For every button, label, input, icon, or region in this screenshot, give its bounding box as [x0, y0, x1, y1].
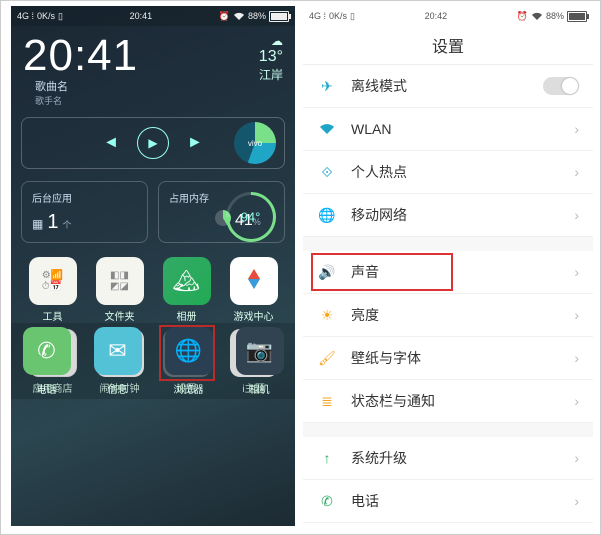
status-bar-left: 4G ⁞ 0K/s ▯ 20:41 ⏰ 88% — [11, 6, 295, 26]
settings-phone: 4G ⁞ 0K/s ▯ 20:42 ⏰ 88% 设置 ✈ 离线模式 WLAN ›… — [303, 6, 593, 526]
song-title: 歌曲名 歌手名 — [23, 78, 138, 107]
music-widget[interactable]: ◄ ▶ ► — [21, 117, 285, 169]
app-gamecenter[interactable]: 游戏中心 — [222, 257, 285, 323]
row-airplane[interactable]: ✈ 离线模式 — [303, 65, 593, 108]
weather-widget[interactable]: ☁ 13° 江岸 — [259, 34, 283, 83]
network-label: 4G ⁞ — [309, 11, 326, 21]
weather-icon: ☁ — [259, 34, 283, 48]
network-label: 4G ⁞ — [17, 11, 34, 21]
sim-icon: ▯ — [58, 11, 63, 22]
chevron-right-icon: › — [574, 307, 579, 323]
battery-pct: 88% — [248, 11, 266, 21]
next-track-icon[interactable]: ► — [187, 134, 203, 152]
row-sound[interactable]: 🔊 声音 › — [303, 251, 593, 294]
section-gap — [303, 423, 593, 437]
row-system-update[interactable]: ↑ 系统升级 › — [303, 437, 593, 480]
weather-loc: 江岸 — [259, 66, 283, 83]
chevron-right-icon: › — [574, 207, 579, 223]
row-accounts-sync[interactable]: ⟳ 帐户与同步 › — [303, 523, 593, 526]
row-brightness[interactable]: ☀ 亮度 › — [303, 294, 593, 337]
clock-time: 20:41 — [23, 34, 138, 78]
wifi-icon — [233, 12, 245, 21]
row-hotspot[interactable]: ⟐ 个人热点 › — [303, 151, 593, 194]
play-button[interactable]: ▶ — [137, 127, 169, 159]
sound-icon: 🔊 — [317, 262, 337, 282]
card-title: 后台应用 — [32, 190, 137, 205]
list-icon: ≣ — [317, 391, 337, 411]
row-wlan[interactable]: WLAN › — [303, 108, 593, 151]
clock-widget[interactable]: 20:41 歌曲名 歌手名 ☁ 13° 江岸 — [11, 26, 295, 111]
bg-unit: 个 — [62, 218, 71, 231]
settings-list: ✈ 离线模式 WLAN › ⟐ 个人热点 › 🌐 移动网络 › 🔊 声音 › ☀ — [303, 65, 593, 526]
chevron-right-icon: › — [574, 393, 579, 409]
battery-pct: 88% — [546, 11, 564, 21]
chevron-right-icon: › — [574, 164, 579, 180]
background-apps-card[interactable]: 后台应用 ▦ 1 个 — [21, 181, 148, 243]
battery-icon — [269, 11, 289, 22]
grid-icon: ▦ — [32, 217, 43, 231]
bg-count: 1 — [47, 211, 58, 234]
brush-icon: 🖌 — [317, 348, 337, 368]
dock: ✆电话 ✉信息 🌐浏览器 📷相机 — [11, 323, 295, 399]
brightness-icon: ☀ — [317, 305, 337, 325]
sim-icon: ▯ — [350, 11, 355, 22]
row-mobile-network[interactable]: 🌐 移动网络 › — [303, 194, 593, 237]
airplane-icon: ✈ — [317, 76, 337, 96]
airplane-toggle[interactable] — [543, 77, 579, 95]
vivo-orb-icon — [234, 122, 276, 164]
wifi-icon — [317, 119, 337, 139]
row-statusbar-notif[interactable]: ≣ 状态栏与通知 › — [303, 380, 593, 423]
chevron-right-icon: › — [574, 350, 579, 366]
memory-card[interactable]: 占用内存 41% 94° — [158, 181, 285, 243]
app-tools[interactable]: ⚙📶⏱📅工具 — [21, 257, 84, 323]
row-phone-settings[interactable]: ✆ 电话 › — [303, 480, 593, 523]
speed-label: 0K/s — [329, 11, 347, 21]
alarm-icon: ⏰ — [517, 11, 528, 22]
hotspot-icon: ⟐ — [317, 162, 337, 182]
speed-label: 0K/s — [37, 11, 55, 21]
settings-title: 设置 — [303, 26, 593, 65]
dock-camera[interactable]: 📷相机 — [236, 327, 284, 396]
status-time: 20:42 — [425, 11, 448, 21]
update-icon: ↑ — [317, 448, 337, 468]
battery-icon — [567, 11, 587, 22]
chevron-right-icon: › — [574, 493, 579, 509]
app-gallery[interactable]: 🏔相册 — [155, 257, 218, 323]
wifi-icon — [531, 12, 543, 21]
chevron-right-icon: › — [574, 121, 579, 137]
globe-icon: 🌐 — [317, 205, 337, 225]
dock-phone[interactable]: ✆电话 — [23, 327, 71, 396]
weather-temp: 13° — [259, 48, 283, 66]
phone-icon: ✆ — [317, 491, 337, 511]
prev-track-icon[interactable]: ◄ — [103, 134, 119, 152]
chevron-right-icon: › — [574, 264, 579, 280]
alarm-icon: ⏰ — [219, 11, 230, 22]
dock-browser[interactable]: 🌐浏览器 — [165, 327, 213, 396]
status-bar-right: 4G ⁞ 0K/s ▯ 20:42 ⏰ 88% — [303, 6, 593, 26]
app-folder[interactable]: ◧◨◩◪文件夹 — [88, 257, 151, 323]
row-wallpaper-font[interactable]: 🖌 壁纸与字体 › — [303, 337, 593, 380]
status-time: 20:41 — [130, 11, 153, 21]
section-gap — [303, 237, 593, 251]
homescreen-phone: 4G ⁞ 0K/s ▯ 20:41 ⏰ 88% 20:41 歌曲名 歌手名 — [11, 6, 295, 526]
chevron-right-icon: › — [574, 450, 579, 466]
dock-messages[interactable]: ✉信息 — [94, 327, 142, 396]
